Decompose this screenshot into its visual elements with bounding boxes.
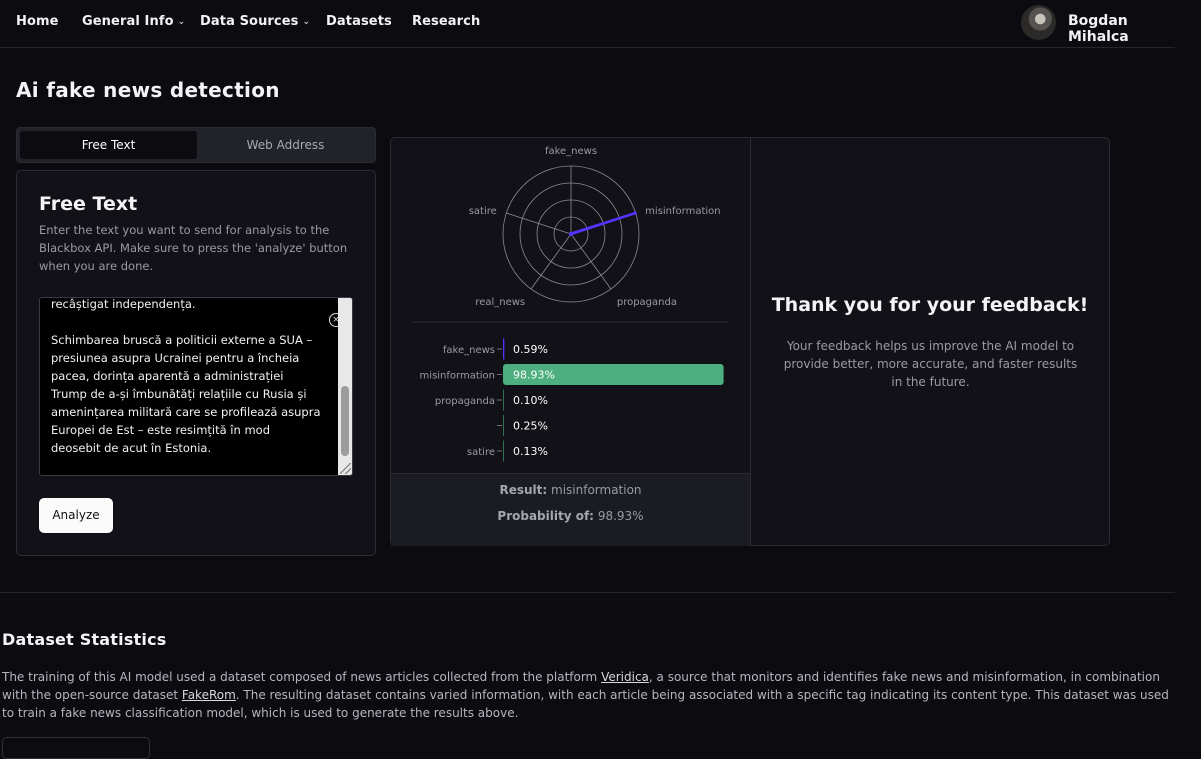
bar-value-label: 0.13% — [513, 445, 548, 458]
result-line: Result: misinformation — [391, 483, 750, 497]
radar-axis-label: fake_news — [545, 146, 597, 157]
radar-axis-label: propaganda — [617, 297, 677, 308]
chevron-down-icon: ⌄ — [177, 17, 186, 27]
nav-data-sources[interactable]: Data Sources ⌄ — [200, 14, 310, 29]
result-value: misinformation — [551, 483, 642, 497]
fakerom-link[interactable]: FakeRom — [182, 688, 236, 702]
tab-free-text[interactable]: Free Text — [20, 131, 197, 159]
tab-web-address[interactable]: Web Address — [197, 131, 374, 159]
user-name[interactable]: Bogdan Mihalca — [1068, 13, 1175, 45]
radar-axis-label: satire — [469, 206, 497, 217]
nav-general-info[interactable]: General Info ⌄ — [82, 14, 185, 29]
top-nav: Home General Info ⌄ Data Sources ⌄ Dataset… — [0, 0, 1175, 48]
nav-datasets[interactable]: Datasets — [326, 14, 392, 29]
probability-line: Probability of: 98.93% — [391, 509, 750, 523]
text-input-value: recâștigat independența. Schimbarea brus… — [51, 297, 321, 455]
bar-value-label: 0.10% — [513, 394, 548, 407]
probability-label: Probability of: — [497, 509, 594, 523]
bar-category-label: misinformation — [420, 371, 495, 382]
results-chart-area: fake_news misinformation propaganda real_ne… — [391, 138, 751, 546]
feedback-text: Your feedback helps us improve the AI mo… — [783, 339, 1078, 389]
radar-axis-label: real_news — [475, 297, 525, 308]
bar-value-label: 98.93% — [513, 369, 555, 382]
bar — [503, 440, 504, 462]
radar-point — [569, 232, 573, 236]
bar-category-label: propaganda — [435, 396, 495, 407]
results-card: fake_news misinformation propaganda real_ne… — [390, 137, 1110, 546]
radar-axis — [506, 212, 572, 235]
radar-series-shape — [569, 211, 637, 236]
section-divider — [0, 592, 1175, 593]
bar-value-label: 0.25% — [513, 420, 548, 433]
avatar[interactable] — [1021, 5, 1056, 40]
radar-axis-label: misinformation — [645, 206, 720, 217]
nav-data-sources-label: Data Sources — [200, 14, 299, 29]
analyze-button[interactable]: Analyze — [39, 498, 113, 533]
result-label: Result: — [499, 483, 548, 497]
bar — [503, 415, 504, 436]
scrollbar-thumb[interactable] — [341, 386, 349, 456]
dataset-text-1: The training of this AI model used a dat… — [2, 670, 602, 684]
results-summary: Result: misinformation Probability of: 9… — [391, 473, 750, 546]
bar-category-label: satire — [467, 447, 495, 458]
free-text-panel: Free Text Enter the text you want to sen… — [16, 170, 376, 556]
nav-home[interactable]: Home — [16, 14, 59, 29]
bar — [503, 389, 504, 411]
dataset-description: The training of this AI model used a dat… — [2, 668, 1182, 722]
dataset-title: Dataset Statistics — [2, 630, 167, 649]
text-input[interactable]: recâștigat independența. Schimbarea brus… — [39, 297, 353, 476]
probability-value: 98.93% — [597, 509, 644, 523]
panel-description: Enter the text you want to send for anal… — [39, 223, 348, 273]
bar-value-label: 0.59% — [513, 343, 548, 356]
input-mode-tabs: Free Text Web Address — [16, 127, 376, 163]
bar — [503, 338, 505, 360]
results-charts: fake_news misinformation propaganda real_ne… — [413, 146, 728, 462]
nav-general-info-label: General Info — [82, 14, 174, 29]
chevron-down-icon: ⌄ — [302, 17, 311, 27]
textarea-scrollbar[interactable] — [338, 298, 352, 475]
resize-handle-icon[interactable] — [340, 463, 351, 474]
dataset-button[interactable] — [2, 737, 150, 759]
radar-point — [633, 211, 637, 216]
veridica-link[interactable]: Veridica — [601, 670, 649, 684]
panel-title: Free Text — [39, 193, 138, 215]
page-title: Ai fake news detection — [16, 78, 280, 102]
feedback-title: Thank you for your feedback! — [771, 294, 1089, 316]
bar-category-label: fake_news — [443, 345, 495, 356]
nav-research[interactable]: Research — [412, 14, 480, 29]
